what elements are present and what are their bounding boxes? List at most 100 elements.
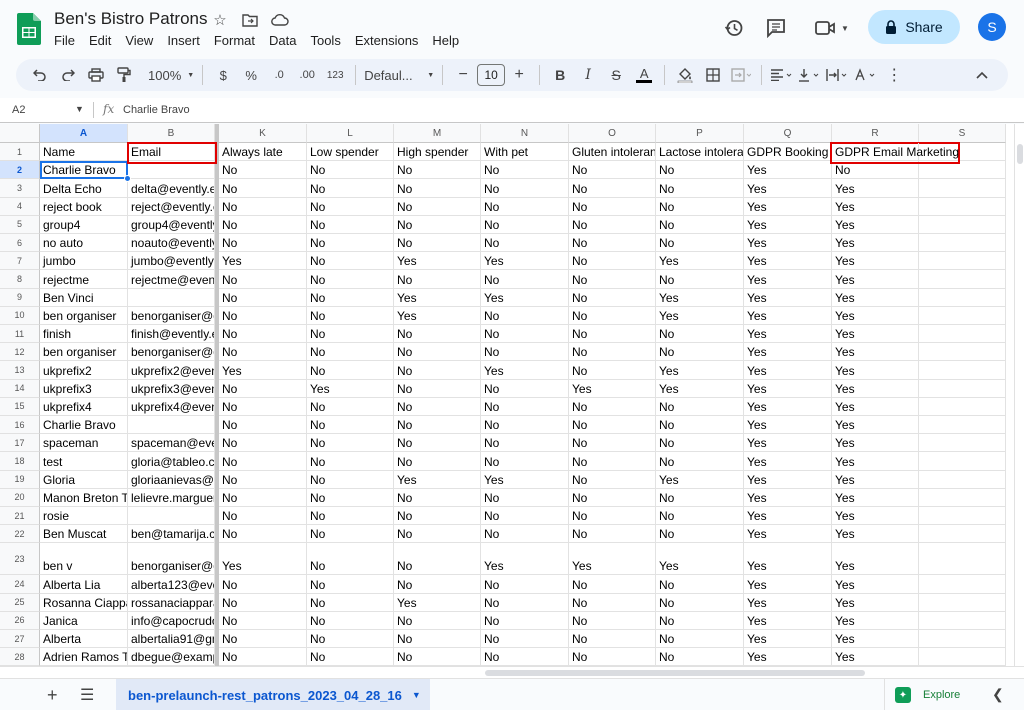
table-cell[interactable]: No (481, 416, 569, 435)
table-cell[interactable]: Yes (744, 470, 832, 489)
table-cell[interactable]: reject@evently.eu (128, 197, 215, 216)
table-cell[interactable]: Yes (832, 306, 919, 325)
table-cell[interactable]: No (481, 525, 569, 544)
table-cell[interactable]: No (569, 488, 656, 507)
zoom-select[interactable]: 100% ▼ (148, 63, 194, 87)
table-cell[interactable]: group4 (40, 215, 128, 234)
table-cell[interactable]: Yes (744, 306, 832, 325)
table-cell[interactable]: Yes (832, 630, 919, 649)
column-header[interactable]: P (656, 124, 744, 143)
table-cell[interactable]: No (307, 507, 394, 526)
table-cell[interactable]: No (481, 575, 569, 594)
table-cell[interactable]: test (40, 452, 128, 471)
table-cell[interactable] (919, 575, 1006, 594)
text-wrapping-icon[interactable] (826, 63, 850, 87)
table-cell[interactable]: No (307, 179, 394, 198)
row-header[interactable]: 3 (0, 179, 40, 198)
table-cell[interactable]: No (219, 648, 307, 666)
column-header[interactable]: K (219, 124, 307, 143)
table-cell[interactable]: No (569, 470, 656, 489)
table-cell[interactable]: No (569, 434, 656, 453)
horizontal-scroll-thumb[interactable] (485, 670, 865, 676)
text-rotation-icon[interactable] (854, 63, 878, 87)
table-cell[interactable] (919, 343, 1006, 362)
header-cell[interactable]: Gluten intolerant (569, 143, 656, 162)
menu-edit[interactable]: Edit (82, 33, 118, 48)
table-cell[interactable] (919, 379, 1006, 398)
row-header[interactable]: 12 (0, 343, 40, 362)
table-cell[interactable]: No (394, 611, 481, 630)
paint-format-icon[interactable] (112, 63, 136, 87)
table-cell[interactable]: No (481, 452, 569, 471)
header-cell[interactable]: With pet (481, 143, 569, 162)
table-cell[interactable]: ben@tamarija.com (128, 525, 215, 544)
table-cell[interactable]: Yes (832, 416, 919, 435)
table-cell[interactable]: Yes (744, 179, 832, 198)
format-percent-button[interactable]: % (239, 63, 263, 87)
table-cell[interactable]: no auto (40, 234, 128, 253)
table-cell[interactable]: No (219, 630, 307, 649)
table-cell[interactable]: Delta Echo (40, 179, 128, 198)
merge-cells-icon[interactable] (729, 63, 753, 87)
table-cell[interactable]: No (569, 361, 656, 380)
table-cell[interactable]: No (569, 270, 656, 289)
table-cell[interactable]: No (307, 234, 394, 253)
table-cell[interactable]: No (656, 593, 744, 612)
table-cell[interactable] (128, 288, 215, 307)
table-cell[interactable]: Yes (656, 470, 744, 489)
table-cell[interactable]: No (656, 575, 744, 594)
table-cell[interactable]: No (481, 343, 569, 362)
table-cell[interactable] (919, 234, 1006, 253)
row-header[interactable]: 11 (0, 325, 40, 344)
table-cell[interactable]: No (394, 343, 481, 362)
table-cell[interactable]: No (569, 611, 656, 630)
table-cell[interactable]: No (307, 252, 394, 271)
table-cell[interactable] (919, 543, 1006, 576)
table-cell[interactable]: jumbo@evently.eu (128, 252, 215, 271)
table-cell[interactable]: No (394, 397, 481, 416)
table-cell[interactable]: Yes (656, 543, 744, 576)
table-cell[interactable]: Yes (744, 648, 832, 666)
table-cell[interactable] (919, 507, 1006, 526)
add-sheet-icon[interactable]: + (47, 685, 58, 706)
table-cell[interactable]: spaceman@evently.eu (128, 434, 215, 453)
table-cell[interactable]: No (219, 215, 307, 234)
table-cell[interactable]: Yes (832, 543, 919, 576)
table-cell[interactable] (919, 434, 1006, 453)
table-cell[interactable]: Yes (832, 593, 919, 612)
table-cell[interactable]: No (307, 361, 394, 380)
table-cell[interactable]: No (569, 288, 656, 307)
table-cell[interactable]: Yes (744, 434, 832, 453)
table-cell[interactable]: No (219, 306, 307, 325)
table-cell[interactable]: No (569, 452, 656, 471)
table-cell[interactable]: No (394, 434, 481, 453)
table-cell[interactable]: No (394, 379, 481, 398)
table-cell[interactable]: No (569, 306, 656, 325)
table-cell[interactable]: finish (40, 325, 128, 344)
row-header[interactable]: 18 (0, 452, 40, 471)
table-cell[interactable]: Yes (744, 270, 832, 289)
decrease-decimal-button[interactable]: .0 (267, 63, 291, 87)
table-cell[interactable]: No (219, 593, 307, 612)
table-cell[interactable]: ukprefix3@evently.eu (128, 379, 215, 398)
row-header[interactable]: 19 (0, 470, 40, 489)
table-cell[interactable] (128, 416, 215, 435)
table-cell[interactable]: No (569, 575, 656, 594)
table-cell[interactable]: No (219, 488, 307, 507)
table-cell[interactable]: No (219, 343, 307, 362)
table-cell[interactable] (919, 488, 1006, 507)
row-header[interactable]: 8 (0, 270, 40, 289)
vertical-scroll-thumb[interactable] (1017, 144, 1023, 164)
column-header[interactable]: N (481, 124, 569, 143)
table-cell[interactable]: No (394, 197, 481, 216)
table-cell[interactable]: Yes (744, 252, 832, 271)
table-cell[interactable]: No (656, 416, 744, 435)
menu-data[interactable]: Data (262, 33, 303, 48)
table-cell[interactable]: No (307, 197, 394, 216)
table-cell[interactable]: No (307, 543, 394, 576)
table-cell[interactable]: No (394, 161, 481, 180)
table-cell[interactable]: No (481, 397, 569, 416)
table-cell[interactable]: No (481, 179, 569, 198)
account-avatar[interactable]: S (978, 13, 1006, 41)
row-header[interactable]: 22 (0, 525, 40, 544)
